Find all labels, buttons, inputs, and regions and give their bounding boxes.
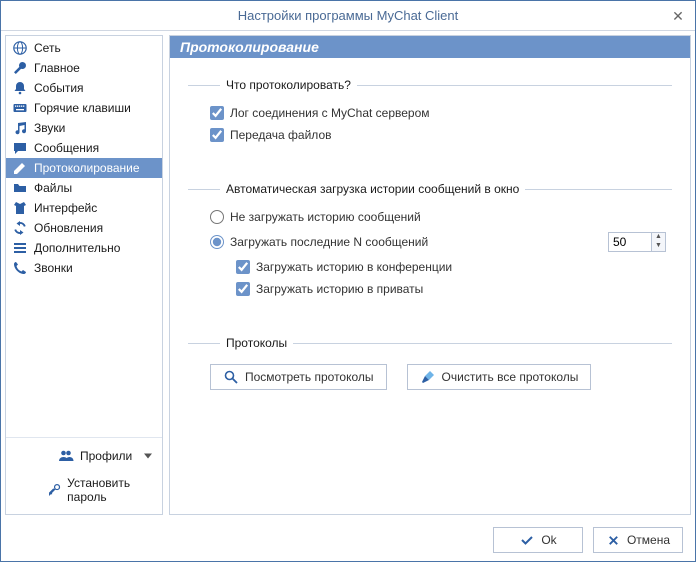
row-radio-none: Не загружать историю сообщений <box>210 210 666 224</box>
profiles-label: Профили <box>80 449 132 463</box>
row-log-connection: Лог соединения с MyChat сервером <box>210 106 666 120</box>
sidebar-item-hotkeys[interactable]: Горячие клавиши <box>6 98 162 118</box>
sidebar-item-events[interactable]: События <box>6 78 162 98</box>
sidebar-item-label: Интерфейс <box>34 201 97 215</box>
sidebar-item-updates[interactable]: Обновления <box>6 218 162 238</box>
keyboard-icon <box>12 100 28 116</box>
globe-icon <box>12 40 28 56</box>
sidebar-item-label: События <box>34 81 84 95</box>
group-legend: Что протоколировать? <box>220 78 357 92</box>
sidebar-item-label: Файлы <box>34 181 72 195</box>
button-label: Отмена <box>627 533 670 547</box>
content-panel: Протоколирование Что протоколировать? Ло… <box>169 35 691 515</box>
row-chk-private: Загружать историю в приваты <box>236 282 666 296</box>
list-icon <box>12 240 28 256</box>
clear-protocols-button[interactable]: Очистить все протоколы <box>407 364 592 390</box>
ok-button[interactable]: Ok <box>493 527 583 553</box>
checkbox-history-private[interactable] <box>236 282 250 296</box>
dialog-footer: Ok Отмена <box>1 519 695 561</box>
shirt-icon <box>12 200 28 216</box>
view-protocols-button[interactable]: Посмотреть протоколы <box>210 364 387 390</box>
folder-icon <box>12 180 28 196</box>
wrench-icon <box>12 60 28 76</box>
set-password-button[interactable]: Установить пароль <box>6 470 162 510</box>
content-header: Протоколирование <box>170 36 690 58</box>
sidebar-item-files[interactable]: Файлы <box>6 178 162 198</box>
radio-label: Загружать последние N сообщений <box>230 235 428 249</box>
broom-icon <box>420 369 436 385</box>
checkbox-log-connection[interactable] <box>210 106 224 120</box>
sidebar-item-interface[interactable]: Интерфейс <box>6 198 162 218</box>
group-legend: Автоматическая загрузка истории сообщени… <box>220 182 525 196</box>
group-legend: Протоколы <box>220 336 293 350</box>
spinner-up-icon[interactable]: ▲ <box>652 233 665 242</box>
checkbox-label: Лог соединения с MyChat сервером <box>230 106 430 120</box>
group-protocols: Протоколы Посмотреть протоколы <box>188 336 672 390</box>
protocols-buttons-row: Посмотреть протоколы Очистить все проток… <box>210 364 666 390</box>
sidebar-item-label: Звуки <box>34 121 65 135</box>
music-icon <box>12 120 28 136</box>
sidebar: Сеть Главное События <box>5 35 163 515</box>
sidebar-item-label: Обновления <box>34 221 103 235</box>
checkbox-label: Передача файлов <box>230 128 332 142</box>
check-icon <box>519 532 535 548</box>
spinner-n: ▲ ▼ <box>608 232 666 252</box>
sidebar-item-messages[interactable]: Сообщения <box>6 138 162 158</box>
sidebar-item-main[interactable]: Главное <box>6 58 162 78</box>
pencil-icon <box>12 160 28 176</box>
checkbox-label: Загружать историю в приваты <box>256 282 423 296</box>
button-label: Ok <box>541 533 556 547</box>
sidebar-item-sounds[interactable]: Звуки <box>6 118 162 138</box>
sidebar-item-label: Горячие клавиши <box>34 101 131 115</box>
bell-icon <box>12 80 28 96</box>
sidebar-item-logging[interactable]: Протоколирование <box>6 158 162 178</box>
chat-icon <box>12 140 28 156</box>
checkbox-history-conference[interactable] <box>236 260 250 274</box>
checkbox-log-files[interactable] <box>210 128 224 142</box>
sidebar-item-network[interactable]: Сеть <box>6 38 162 58</box>
row-log-files: Передача файлов <box>210 128 666 142</box>
sidebar-item-label: Главное <box>34 61 80 75</box>
content-body: Что протоколировать? Лог соединения с My… <box>170 58 690 514</box>
sidebar-item-label: Сообщения <box>34 141 99 155</box>
users-icon <box>58 448 74 464</box>
radio-no-history[interactable] <box>210 210 224 224</box>
window-title: Настройки программы MyChat Client <box>238 8 459 23</box>
close-icon <box>606 532 621 548</box>
sidebar-item-label: Протоколирование <box>34 161 140 175</box>
cancel-button[interactable]: Отмена <box>593 527 683 553</box>
checkbox-label: Загружать историю в конференции <box>256 260 452 274</box>
button-label: Посмотреть протоколы <box>245 370 374 384</box>
settings-window: Настройки программы MyChat Client ✕ Сеть… <box>0 0 696 562</box>
chevron-down-icon <box>144 454 152 459</box>
sidebar-item-calls[interactable]: Звонки <box>6 258 162 278</box>
sidebar-nav: Сеть Главное События <box>6 36 162 437</box>
spinner-buttons[interactable]: ▲ ▼ <box>652 232 666 252</box>
search-icon <box>223 369 239 385</box>
set-password-label: Установить пароль <box>67 476 154 504</box>
sidebar-item-label: Сеть <box>34 41 61 55</box>
sidebar-item-label: Звонки <box>34 261 73 275</box>
sidebar-footer: Профили Установить пароль <box>6 437 162 514</box>
group-history-load: Автоматическая загрузка истории сообщени… <box>188 182 672 304</box>
sidebar-item-additional[interactable]: Дополнительно <box>6 238 162 258</box>
row-radio-last-n: Загружать последние N сообщений ▲ ▼ <box>210 232 666 252</box>
phone-icon <box>12 260 28 276</box>
profiles-button[interactable]: Профили <box>6 442 162 470</box>
sidebar-item-label: Дополнительно <box>34 241 120 255</box>
key-icon <box>48 482 61 498</box>
spinner-down-icon[interactable]: ▼ <box>652 242 665 251</box>
row-chk-conference: Загружать историю в конференции <box>236 260 666 274</box>
group-what-to-log: Что протоколировать? Лог соединения с My… <box>188 78 672 150</box>
window-body: Сеть Главное События <box>1 31 695 519</box>
button-label: Очистить все протоколы <box>442 370 579 384</box>
radio-last-n[interactable] <box>210 235 224 249</box>
radio-label: Не загружать историю сообщений <box>230 210 421 224</box>
close-icon[interactable]: ✕ <box>669 7 687 25</box>
input-n-messages[interactable] <box>608 232 652 252</box>
refresh-icon <box>12 220 28 236</box>
titlebar: Настройки программы MyChat Client ✕ <box>1 1 695 31</box>
